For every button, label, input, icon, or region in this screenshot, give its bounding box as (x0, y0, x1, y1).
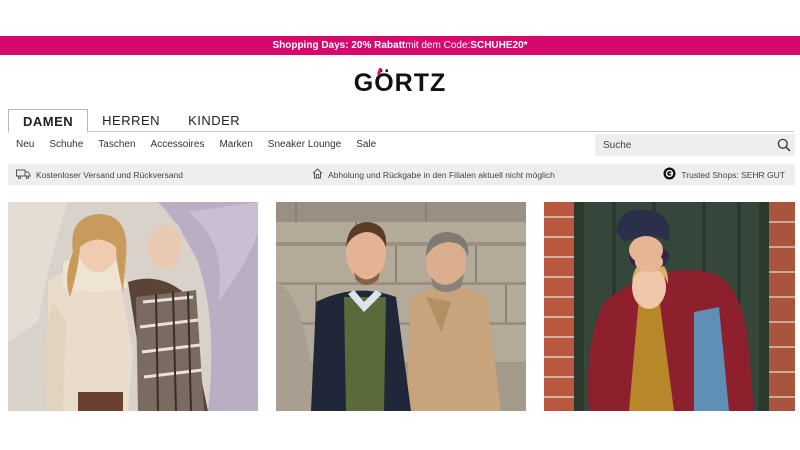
category-tile-kinder[interactable] (544, 202, 795, 411)
nav-item-sneaker-lounge[interactable]: Sneaker Lounge (268, 139, 341, 150)
tab-damen[interactable]: DAMEN (8, 109, 89, 133)
promo-banner[interactable]: Shopping Days: 20% Rabatt mit dem Code: … (0, 36, 800, 55)
info-pickup[interactable]: Abholung und Rückgabe in den Filialen ak… (312, 164, 555, 185)
pickup-text: Abholung und Rückgabe in den Filialen ak… (328, 169, 555, 180)
info-shipping[interactable]: Kostenloser Versand und Rückversand (16, 164, 183, 185)
search-input[interactable] (595, 139, 773, 151)
search-box (595, 134, 795, 156)
brand-logo-text: GÖRTZ (353, 68, 447, 97)
tab-divider (8, 131, 794, 132)
promo-text: mit dem Code: (405, 40, 471, 51)
category-tile-damen[interactable] (8, 202, 258, 411)
info-trusted-shops[interactable]: Trusted Shops: SEHR GUT (663, 164, 785, 185)
category-nav: Neu Schuhe Taschen Accessoires Marken Sn… (16, 139, 376, 150)
men-fashion-photo (276, 202, 526, 411)
promo-headline: Shopping Days: 20% Rabatt (272, 40, 406, 51)
nav-item-accessoires[interactable]: Accessoires (151, 139, 205, 150)
promo-code: SCHUHE20* (470, 40, 528, 51)
tab-herren[interactable]: HERREN (88, 109, 174, 132)
nav-item-schuhe[interactable]: Schuhe (49, 139, 83, 150)
nav-item-sale[interactable]: Sale (356, 139, 376, 150)
category-tile-herren[interactable] (276, 202, 526, 411)
women-fashion-photo (8, 202, 258, 411)
service-info-bar: Kostenloser Versand und Rückversand Abho… (8, 164, 795, 185)
trusted-shops-text: Trusted Shops: SEHR GUT (681, 169, 785, 180)
truck-icon (16, 169, 31, 181)
nav-item-neu[interactable]: Neu (16, 139, 34, 150)
store-house-icon (312, 168, 323, 181)
nav-item-taschen[interactable]: Taschen (98, 139, 135, 150)
shipping-text: Kostenloser Versand und Rückversand (36, 169, 183, 180)
brand-logo: GÖRTZ (353, 67, 447, 98)
search-icon[interactable] (773, 134, 795, 156)
tab-kinder[interactable]: KINDER (174, 109, 254, 132)
nav-item-marken[interactable]: Marken (219, 139, 252, 150)
trusted-shops-icon (663, 167, 676, 182)
kids-fashion-photo (544, 202, 795, 411)
gender-tabs: DAMEN HERREN KINDER (8, 109, 254, 133)
brand-logo-link[interactable]: GÖRTZ (0, 67, 800, 99)
